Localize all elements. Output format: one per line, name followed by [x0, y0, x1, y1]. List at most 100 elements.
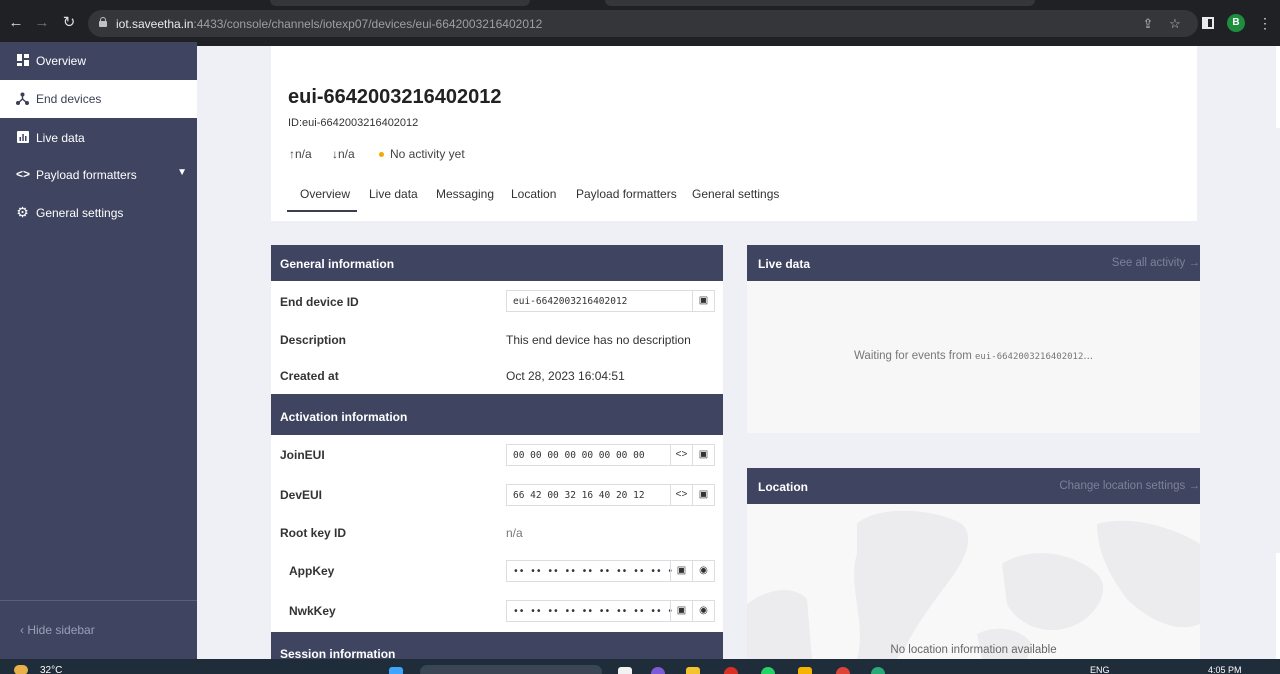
- scrollbar[interactable]: [1276, 46, 1280, 128]
- sidebar-item-overview[interactable]: Overview: [0, 42, 197, 80]
- dev-eui-label: DevEUI: [280, 488, 323, 502]
- device-id-line: ID:eui-6642003216402012: [288, 117, 419, 129]
- downlink-value: n/a: [338, 147, 355, 161]
- os-taskbar: 32°C ENG 4:05 PM: [0, 659, 1280, 674]
- gear-icon: ⚙: [16, 204, 29, 220]
- menu-icon[interactable]: ⋮: [1258, 14, 1272, 32]
- panel-title: Live data: [758, 257, 811, 271]
- tab-messaging[interactable]: Messaging: [436, 187, 494, 201]
- root-key-id-value: n/a: [506, 526, 523, 540]
- waiting-message: Waiting for events from eui-664200321640…: [747, 350, 1200, 362]
- live-data-body: Waiting for events from eui-664200321640…: [747, 281, 1200, 433]
- page-title: eui-6642003216402012: [288, 86, 502, 108]
- reload-icon[interactable]: ↻: [60, 14, 78, 32]
- sidebar-item-payload-formatters[interactable]: <> Payload formatters ▼: [0, 156, 197, 194]
- panel-title: General information: [280, 257, 395, 271]
- chrome-icon[interactable]: [836, 667, 850, 674]
- live-data-panel: Live data See all activity → Waiting for…: [747, 245, 1200, 433]
- chart-icon: [16, 131, 29, 144]
- active-tab-indicator: [287, 210, 357, 212]
- tab-location[interactable]: Location: [511, 187, 556, 201]
- sidebar-item-general-settings[interactable]: ⚙ General settings: [0, 194, 197, 232]
- copy-icon[interactable]: ▣: [670, 561, 692, 581]
- dev-eui-value[interactable]: 66 42 00 32 16 40 20 12: [513, 490, 669, 501]
- uplink-value: n/a: [295, 147, 312, 161]
- copy-icon[interactable]: ▣: [670, 601, 692, 621]
- browser-tab[interactable]: [605, 0, 1035, 6]
- section-title: Activation information: [280, 410, 408, 424]
- clock-time[interactable]: 4:05 PM: [1208, 665, 1242, 674]
- back-icon[interactable]: ←: [7, 14, 25, 32]
- star-icon[interactable]: ☆: [1168, 17, 1182, 31]
- app-key-label: AppKey: [289, 564, 335, 578]
- created-at-value: Oct 28, 2023 16:04:51: [506, 369, 625, 383]
- app-icon[interactable]: [724, 667, 738, 674]
- join-eui-value[interactable]: 00 00 00 00 00 00 00 00: [513, 450, 669, 461]
- code-toggle-icon[interactable]: <>: [670, 445, 692, 465]
- code-toggle-icon[interactable]: <>: [670, 485, 692, 505]
- end-device-id-field: eui-6642003216402012 ▣: [506, 290, 715, 312]
- copy-icon[interactable]: ▣: [692, 485, 714, 505]
- tab-general-settings[interactable]: General settings: [692, 187, 779, 201]
- weather-icon: [14, 665, 28, 674]
- windows-start-icon[interactable]: [389, 667, 403, 674]
- activation-header: Activation information: [271, 394, 723, 435]
- panel-header: General information: [271, 245, 723, 281]
- description-label: Description: [280, 333, 347, 347]
- sidebar-item-end-devices[interactable]: End devices: [0, 80, 197, 118]
- eye-icon[interactable]: ◉: [692, 561, 714, 581]
- hide-sidebar-button[interactable]: ‹ Hide sidebar: [20, 623, 95, 637]
- map[interactable]: No location information available: [747, 504, 1200, 659]
- share-icon[interactable]: ⇪: [1141, 17, 1155, 31]
- dashboard-icon: [16, 54, 29, 67]
- browser-tab[interactable]: [270, 0, 530, 6]
- waiting-text: Waiting for events from: [854, 350, 976, 362]
- sidebar-item-live-data[interactable]: Live data: [0, 119, 197, 157]
- waiting-ellipsis: ...: [1083, 350, 1093, 362]
- activity-status: No activity yet: [390, 147, 465, 161]
- folder-icon[interactable]: [686, 667, 700, 674]
- sidebar-item-label: General settings: [36, 206, 124, 220]
- nwk-key-value[interactable]: •• •• •• •• •• •• •• •• •• •• •• •• •• •…: [513, 606, 673, 617]
- chevron-down-icon[interactable]: ▼: [177, 167, 187, 178]
- browser-toolbar: ← → ↻ iot.saveetha.in:4433/console/chann…: [0, 0, 1280, 46]
- avatar[interactable]: B: [1227, 14, 1245, 32]
- copy-icon[interactable]: ▣: [692, 291, 714, 311]
- waiting-device-id: eui-6642003216402012: [975, 352, 1084, 362]
- change-location-settings-link[interactable]: Change location settings →: [1059, 480, 1200, 492]
- tab-overview[interactable]: Overview: [300, 187, 350, 201]
- tab-live-data[interactable]: Live data: [369, 187, 418, 201]
- panel-title: Location: [758, 480, 808, 494]
- forward-icon[interactable]: →: [33, 14, 51, 32]
- see-all-activity-link[interactable]: See all activity →: [1112, 257, 1200, 269]
- world-map-background: [747, 510, 1200, 659]
- address-bar[interactable]: iot.saveetha.in:4433/console/channels/io…: [88, 10, 1198, 37]
- root-key-id-label: Root key ID: [280, 526, 347, 540]
- taskbar-search[interactable]: [420, 665, 602, 674]
- weather-temperature: 32°C: [40, 665, 63, 674]
- app-icon[interactable]: [871, 667, 885, 674]
- end-device-id-value[interactable]: eui-6642003216402012: [513, 296, 691, 307]
- uplink-count: ↑n/a: [289, 147, 312, 161]
- sidebar-item-label: Overview: [36, 54, 87, 68]
- file-icon[interactable]: [618, 667, 632, 674]
- app-key-value[interactable]: •• •• •• •• •• •• •• •• •• •• •• •• •• •…: [513, 566, 673, 577]
- whatsapp-icon[interactable]: [761, 667, 775, 674]
- app-icon[interactable]: [798, 667, 812, 674]
- scrollbar[interactable]: [1276, 553, 1280, 659]
- copy-icon[interactable]: ▣: [692, 445, 714, 465]
- downlink-count: ↓n/a: [332, 147, 355, 161]
- general-information-panel: General information End device ID eui-66…: [271, 245, 723, 661]
- tab-payload-formatters[interactable]: Payload formatters: [576, 187, 677, 201]
- side-panel-icon[interactable]: [1202, 17, 1214, 29]
- eye-icon[interactable]: ◉: [692, 601, 714, 621]
- description-value: This end device has no description: [506, 333, 691, 347]
- panel-header: Live data See all activity →: [747, 245, 1200, 281]
- app-key-field: •• •• •• •• •• •• •• •• •• •• •• •• •• •…: [506, 560, 715, 582]
- activity-status-dot: [379, 152, 384, 157]
- location-panel: Location Change location settings → No l…: [747, 468, 1200, 659]
- nwk-key-label: NwkKey: [289, 604, 336, 618]
- app-icon[interactable]: [651, 667, 665, 674]
- input-language[interactable]: ENG: [1090, 665, 1110, 674]
- nwk-key-field: •• •• •• •• •• •• •• •• •• •• •• •• •• •…: [506, 600, 715, 622]
